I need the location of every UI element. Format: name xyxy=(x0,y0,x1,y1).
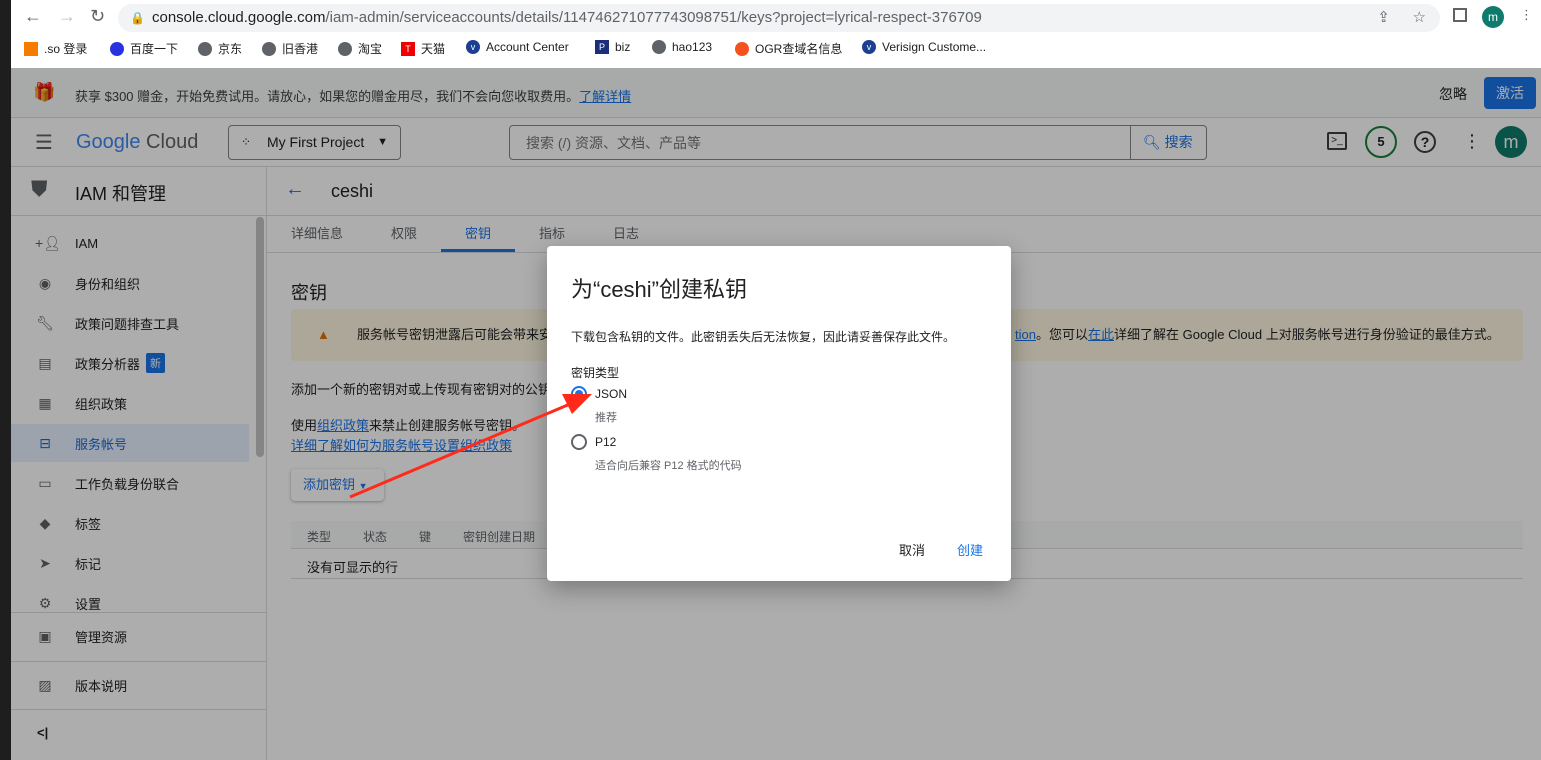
radio-label: P12 xyxy=(595,435,617,449)
menu-icon[interactable]: ⋮ xyxy=(1520,7,1533,23)
bookmark-label: 天猫 xyxy=(421,42,446,56)
bookmark[interactable]: 京东 xyxy=(198,40,242,57)
radio-button[interactable] xyxy=(571,434,587,450)
bookmark-label: 旧香港 xyxy=(282,42,319,56)
radio-label: JSON xyxy=(595,387,628,401)
ogr-icon xyxy=(735,41,749,56)
star-icon[interactable]: ☆ xyxy=(1413,4,1426,32)
bookmark[interactable]: 淘宝 xyxy=(338,40,382,57)
bookmark-label: Verisign Custome... xyxy=(882,40,987,54)
bookmark-label: hao123 xyxy=(672,40,713,54)
bookmark[interactable]: OGR查域名信息 xyxy=(735,40,842,57)
lock-icon: 🔒 xyxy=(130,11,145,25)
url-host: console.cloud.google.com xyxy=(152,9,326,26)
profile-avatar[interactable]: m xyxy=(1482,6,1504,28)
bookmark[interactable]: 百度一下 xyxy=(110,40,178,57)
globe-icon xyxy=(652,40,666,54)
bookmark-label: OGR查域名信息 xyxy=(755,42,843,56)
tmall-icon: T xyxy=(401,41,415,56)
reload-icon[interactable]: ↻ xyxy=(90,6,105,27)
bookmark-label: biz xyxy=(615,40,631,54)
url-path: /iam-admin/serviceaccounts/details/11474… xyxy=(325,9,982,26)
baidu-icon xyxy=(110,41,124,56)
desktop-edge xyxy=(0,0,11,760)
radio-button[interactable] xyxy=(571,386,587,402)
p-icon: P xyxy=(595,40,609,54)
verisign-icon: v xyxy=(466,40,480,54)
bookmark-label: 百度一下 xyxy=(130,42,179,56)
bookmark-label: Account Center xyxy=(486,40,569,54)
key-type-label: 密钥类型 xyxy=(571,366,620,380)
cancel-button[interactable]: 取消 xyxy=(899,540,925,559)
bookmark-label: .so 登录 xyxy=(44,42,88,56)
bookmark[interactable]: .so 登录 xyxy=(24,40,87,57)
bookmark-label: 京东 xyxy=(218,42,243,56)
bookmark[interactable]: hao123 xyxy=(652,40,712,54)
bookmark[interactable]: Pbiz xyxy=(595,40,630,54)
bookmark-label: 淘宝 xyxy=(358,42,383,56)
address-bar[interactable]: 🔒 console.cloud.google.com/iam-admin/ser… xyxy=(118,4,1440,32)
side-panel-icon[interactable] xyxy=(1453,8,1467,22)
bookmark-icon xyxy=(24,41,38,56)
radio-hint: 适合向后兼容 P12 格式的代码 xyxy=(595,460,742,472)
share-icon[interactable]: ⇪ xyxy=(1377,4,1390,32)
create-button[interactable]: 创建 xyxy=(957,540,983,559)
browser-chrome: ← → ↻ 🔒 console.cloud.google.com/iam-adm… xyxy=(0,0,1541,68)
globe-icon xyxy=(198,41,212,56)
bookmark[interactable]: v Verisign Custome... xyxy=(862,40,986,54)
back-icon[interactable]: ← xyxy=(24,6,42,27)
verisign-icon: v xyxy=(862,40,876,54)
radio-p12[interactable]: P12 xyxy=(571,434,616,450)
forward-icon[interactable]: → xyxy=(58,6,76,27)
bookmark[interactable]: 旧香港 xyxy=(262,40,318,57)
bookmark[interactable]: v Account Center xyxy=(466,40,569,54)
bookmark[interactable]: T 天猫 xyxy=(401,40,445,57)
globe-icon xyxy=(262,41,276,56)
radio-hint: 推荐 xyxy=(595,412,617,424)
dialog-title: 为“ceshi”创建私钥 xyxy=(571,277,748,302)
globe-icon xyxy=(338,41,352,56)
radio-json[interactable]: JSON xyxy=(571,386,627,402)
dialog-description: 下载包含私钥的文件。此密钥丢失后无法恢复，因此请妥善保存此文件。 xyxy=(571,330,956,344)
create-private-key-dialog: 为“ceshi”创建私钥 下载包含私钥的文件。此密钥丢失后无法恢复，因此请妥善保… xyxy=(547,246,1011,581)
